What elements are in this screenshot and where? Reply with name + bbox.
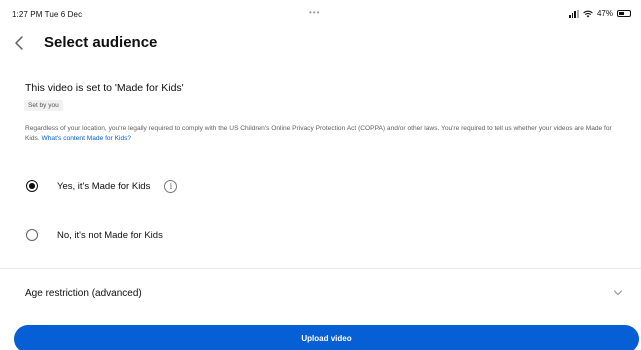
battery-icon	[617, 10, 631, 17]
battery-fill	[619, 12, 624, 15]
audience-heading: This video is set to 'Made for Kids'	[25, 82, 184, 94]
section-divider	[0, 268, 641, 269]
back-button[interactable]	[10, 32, 30, 54]
status-indicators: 47%	[568, 9, 631, 18]
radio-button-selected[interactable]	[26, 180, 38, 192]
battery-percent: 47%	[596, 9, 613, 18]
status-time-date: 1:27 PM Tue 6 Dec	[12, 10, 83, 19]
age-restriction-label: Age restriction (advanced)	[25, 288, 142, 299]
radio-option-made-for-kids[interactable]: Yes, it's Made for Kids i	[26, 176, 178, 196]
header: Select audience	[0, 28, 641, 60]
set-by-badge: Set by you	[24, 100, 63, 111]
made-for-kids-help-link[interactable]: What's content Made for Kids?	[42, 135, 132, 142]
info-icon[interactable]: i	[164, 179, 178, 193]
radio-label-no: No, it's not Made for Kids	[57, 229, 163, 241]
age-restriction-row[interactable]: Age restriction (advanced)	[0, 276, 641, 310]
page-title: Select audience	[44, 34, 158, 51]
coppa-legal-text: Regardless of your location, you're lega…	[25, 124, 625, 144]
select-audience-screen: 1:27 PM Tue 6 Dec ••• 47% Select audienc…	[0, 0, 641, 350]
wifi-icon	[583, 10, 593, 18]
signal-icon	[568, 9, 579, 18]
upload-video-button[interactable]: Upload video	[14, 325, 639, 350]
status-bar: 1:27 PM Tue 6 Dec ••• 47%	[0, 0, 641, 26]
back-arrow-icon	[15, 36, 23, 50]
chevron-down-icon[interactable]	[613, 289, 623, 297]
multitasking-dots[interactable]: •••	[309, 8, 320, 17]
radio-button-unselected[interactable]	[26, 229, 38, 241]
radio-option-not-made-for-kids[interactable]: No, it's not Made for Kids	[26, 225, 163, 245]
radio-label-yes: Yes, it's Made for Kids	[57, 180, 151, 192]
